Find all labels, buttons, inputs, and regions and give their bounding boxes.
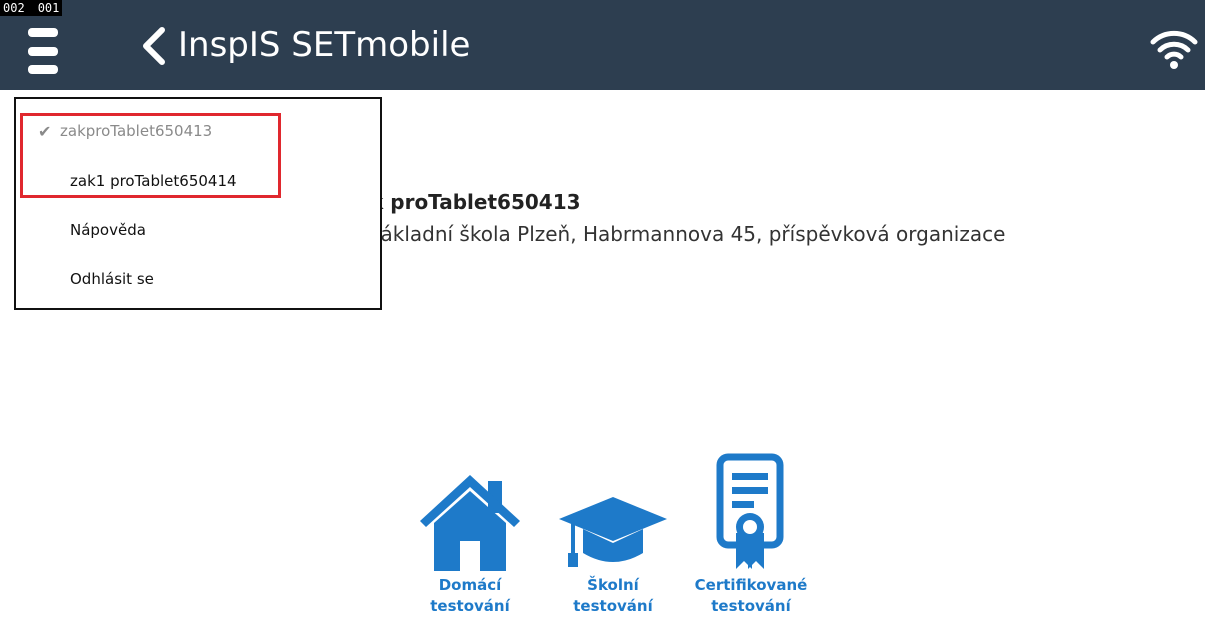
checkmark-icon: ✔ xyxy=(38,121,52,141)
hamburger-icon[interactable] xyxy=(28,28,58,74)
menu-item-current-account[interactable]: ✔ zakproTablet650413 xyxy=(16,111,380,151)
tile-label: Certifikované testování xyxy=(694,576,808,615)
chevron-left-icon[interactable] xyxy=(138,26,168,66)
app-header: 002 001 InspIS SETmobile xyxy=(0,0,1205,90)
tile-school-testing[interactable]: Školní testování xyxy=(543,448,683,617)
tile-home-testing[interactable]: Domácí testování xyxy=(400,448,540,617)
tile-certified-testing[interactable]: Certifikované testování xyxy=(681,448,821,617)
overlay-counter: 002 001 xyxy=(0,0,63,16)
counter-b: 001 xyxy=(37,1,60,15)
home-icon xyxy=(400,448,540,573)
wifi-icon xyxy=(1150,24,1198,72)
user-info: k proTablet650413 základní škola Plzeň, … xyxy=(370,188,1005,262)
app-title: InspIS SETmobile xyxy=(178,25,471,65)
menu-item-logout[interactable]: Odhlásit se xyxy=(16,259,380,299)
graduation-cap-icon xyxy=(543,448,683,573)
menu-item-label: Nápověda xyxy=(70,221,146,239)
user-extra: t xyxy=(370,248,1005,262)
account-menu: ✔ zakproTablet650413 zak1 proTablet65041… xyxy=(14,97,382,310)
menu-item-label: zak1 proTablet650414 xyxy=(70,172,237,190)
menu-item-switch-account[interactable]: zak1 proTablet650414 xyxy=(16,161,380,201)
menu-item-label: zakproTablet650413 xyxy=(60,122,213,140)
certificate-icon xyxy=(681,448,821,573)
menu-item-help[interactable]: Nápověda xyxy=(16,210,380,250)
tile-label: Školní testování xyxy=(573,576,653,615)
user-school: základní škola Plzeň, Habrmannova 45, př… xyxy=(370,222,1006,246)
tile-label: Domácí testování xyxy=(430,576,510,615)
counter-a: 002 xyxy=(3,1,25,15)
menu-item-label: Odhlásit se xyxy=(70,270,154,288)
user-name: k proTablet650413 xyxy=(370,190,581,214)
